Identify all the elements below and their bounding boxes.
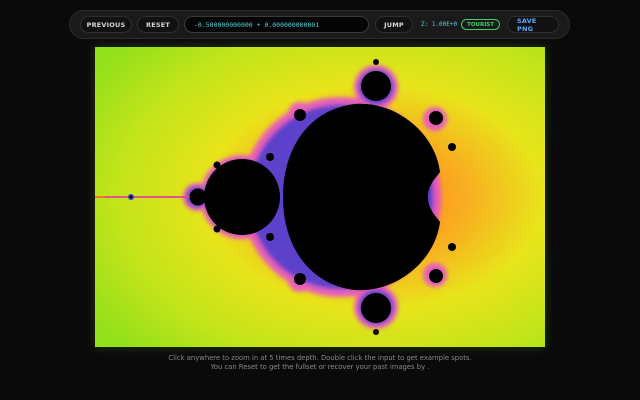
coordinate-input[interactable]: [184, 16, 369, 33]
period2-bulb: [204, 159, 280, 235]
save-png-button[interactable]: SAVE PNG: [507, 16, 560, 33]
jump-button[interactable]: JUMP: [375, 16, 413, 33]
zoom-readout: Z: 1.00E+0: [421, 21, 458, 28]
reset-button[interactable]: RESET: [137, 16, 179, 33]
bottom-bulb: [361, 293, 391, 323]
mandelbrot-image: [95, 47, 545, 347]
help-line-1: Click anywhere to zoom in at 5 times dep…: [168, 354, 472, 362]
tourist-mode-badge[interactable]: TOURIST: [461, 19, 501, 30]
toolbar: PREVIOUS RESET JUMP Z: 1.00E+0 TOURIST S…: [69, 10, 570, 39]
help-text: Click anywhere to zoom in at 5 times dep…: [0, 354, 640, 372]
mandelbrot-canvas[interactable]: [95, 47, 545, 347]
left-mini-bulb: [189, 188, 207, 206]
top-bulb: [361, 71, 391, 101]
main-cardioid: [283, 103, 440, 291]
help-line-2: You can Reset to get the fullset or reco…: [210, 363, 430, 371]
previous-button[interactable]: PREVIOUS: [80, 16, 132, 33]
